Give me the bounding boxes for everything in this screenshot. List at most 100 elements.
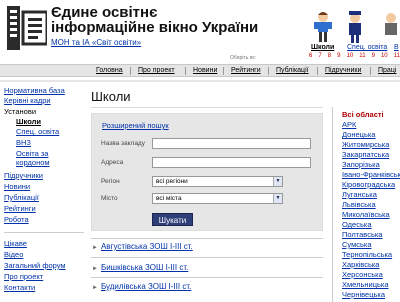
sidebar-item-special-education[interactable]: Спец. освіта [16,127,59,136]
city-select[interactable]: всі міста ▼ [152,193,283,204]
list-item[interactable]: ► Будилівська ЗОШ І-ІІІ ст. [92,282,191,291]
region-item[interactable]: АРК [342,120,356,129]
arrow-icon: ► [92,285,98,291]
list-item[interactable]: ► Августівська ЗОШ І-ІІІ ст. [92,242,193,251]
sidebar-item-publications[interactable]: Публікації [4,193,39,202]
sidebar-item-education-abroad[interactable]: Освіта за [16,149,48,158]
nav-home[interactable]: Головна [96,67,123,74]
region-item[interactable]: Харківська [342,260,379,269]
region-item[interactable]: Херсонська [342,270,383,279]
region-item[interactable]: Житомирська [342,140,389,149]
grade-link[interactable]: 9 [337,53,340,59]
sidebar-item-schools[interactable]: Школи [16,117,41,126]
sidebar-item-jobs[interactable]: Робота [4,215,29,224]
nav-separator [130,67,131,75]
sidebar-divider [4,232,84,233]
region-item[interactable]: Полтавська [342,230,382,239]
nav-separator [317,67,318,75]
region-item[interactable]: Львівська [342,200,376,209]
region-item[interactable]: Кіровоградська [342,180,395,189]
sidebar-item-ratings[interactable]: Рейтинги [4,204,36,213]
region-item[interactable]: Івано-Франківська [342,170,400,179]
arrow-icon: ► [92,245,98,251]
grade-selector: 6 7 8 9 10 11 9 10 11 [309,53,400,59]
city-label: Місто [101,195,118,202]
region-item[interactable]: Тернопільська [342,250,392,259]
nav-separator [370,67,371,75]
nav-separator [268,67,269,75]
sidebar-item-education-abroad-2[interactable]: кордоном [16,158,50,167]
sidebar-item-news[interactable]: Новини [4,182,30,191]
grade-link[interactable]: 11 [394,53,400,59]
nav-textbooks[interactable]: Підручники [325,67,361,74]
character-schools-link[interactable]: Школи [311,44,334,51]
regions-divider [332,107,333,302]
region-item[interactable]: Луганська [342,190,377,199]
characters-illustration [314,11,397,43]
nav-about[interactable]: Про проект [138,67,175,74]
chevron-down-icon: ▼ [273,177,282,186]
top-nav: Головна Про проект Новини Рейтинги Публі… [0,64,400,77]
address-input[interactable] [152,157,311,168]
region-item[interactable]: Миколаївська [342,210,390,219]
sidebar-item-regulations[interactable]: Нормативна база [4,86,65,95]
site-title[interactable]: Єдине освітнє інформаційне вікно України [51,5,258,35]
region-item[interactable]: Сумська [342,240,372,249]
chevron-down-icon: ▼ [273,194,282,203]
sidebar-item-video[interactable]: Відео [4,250,23,259]
sidebar-item-textbooks[interactable]: Підручники [4,171,43,180]
nav-news[interactable]: Новини [193,67,217,74]
sidebar-item-institutions[interactable]: Установи [4,107,36,116]
site-title-line1: Єдине освітнє [51,4,158,21]
sidebar-item-about[interactable]: Про проект [4,272,43,281]
sidebar-item-forum[interactable]: Загальний форум [4,261,66,270]
grade-link[interactable]: 6 [309,53,312,59]
nav-ratings[interactable]: Рейтинги [231,67,261,74]
region-item[interactable]: Закарпатська [342,150,389,159]
region-all[interactable]: Всі області [342,110,384,119]
character-third-link[interactable]: В [394,44,399,51]
sidebar-item-universities[interactable]: ВНЗ [16,138,31,147]
sidebar-item-interesting[interactable]: Цікаве [4,239,27,248]
character-special-education-link[interactable]: Спец. освіта [347,44,387,51]
nav-separator [223,67,224,75]
grade-link[interactable]: 9 [372,53,375,59]
region-item[interactable]: Чернівецька [342,290,385,299]
region-item[interactable]: Одеська [342,220,372,229]
sidebar-item-contacts[interactable]: Контакти [4,283,35,292]
grade-link[interactable]: 7 [318,53,321,59]
region-label: Регіон [101,178,120,185]
site-logo-icon[interactable] [7,6,47,50]
region-select[interactable]: всі регіони ▼ [152,176,283,187]
result-divider [91,277,323,278]
grade-link[interactable]: 10 [347,53,354,59]
name-input[interactable] [152,138,311,149]
grade-link[interactable]: 11 [359,53,365,59]
city-select-value: всі міста [156,195,182,202]
sidebar-item-management[interactable]: Керівні кадри [4,96,51,105]
region-item[interactable]: Запорізька [342,160,380,169]
nav-underline [0,80,400,82]
advanced-search-link[interactable]: Розширений пошук [102,121,169,130]
result-divider [91,257,323,258]
site-title-line2: інформаційне вікно України [51,19,259,36]
name-label: Назва закладу [101,140,145,147]
region-item[interactable]: Донецька [342,130,375,139]
nav-publications[interactable]: Публікації [276,67,309,74]
nav-works[interactable]: Праці [378,67,396,74]
page-title: Школи [91,89,131,104]
grade-link[interactable]: 10 [381,53,388,59]
grade-link[interactable]: 8 [328,53,331,59]
arrow-icon: ► [92,266,98,272]
region-select-value: всі регіони [156,178,188,185]
search-button[interactable]: Шукати [152,213,193,226]
list-item[interactable]: ► Бишківська ЗОШ І-ІІІ ст. [92,263,188,272]
nav-separator [185,67,186,75]
site-subtitle-link[interactable]: МОН та ІА «Світ освіти» [51,38,141,47]
address-label: Адреса [101,159,124,166]
search-form: Розширений пошук Назва закладу Адреса Ре… [91,113,323,231]
title-divider [91,107,323,108]
choose-hint: Оберіть як: [230,55,256,61]
region-item[interactable]: Хмельницька [342,280,389,289]
result-divider [91,238,323,239]
